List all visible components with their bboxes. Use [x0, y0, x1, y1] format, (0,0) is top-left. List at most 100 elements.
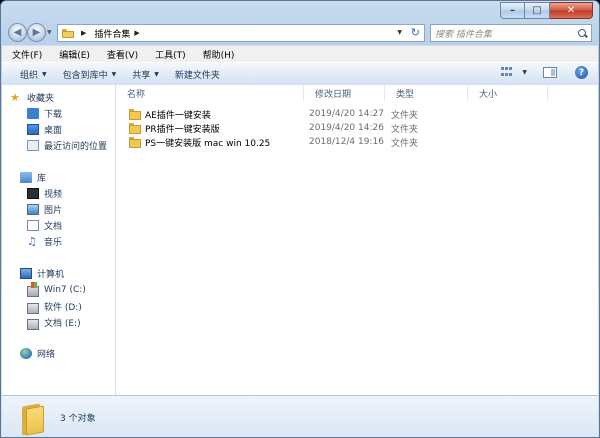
nav-favorites[interactable]: ★ 收藏夹: [10, 91, 54, 104]
file-name: PR插件一键安装版: [145, 124, 220, 135]
folder-icon: [129, 136, 141, 148]
download-icon: [27, 108, 39, 119]
preview-pane-icon[interactable]: [543, 67, 557, 78]
organize-button[interactable]: 组织 ▼: [20, 68, 47, 81]
chevron-right-icon[interactable]: ▶: [134, 29, 139, 37]
chevron-down-icon: ▼: [42, 70, 47, 78]
nav-item-downloads[interactable]: 下载: [27, 107, 62, 120]
nav-drive-c[interactable]: Win7 (C:): [27, 282, 86, 297]
share-button[interactable]: 共享 ▼: [132, 68, 159, 81]
column-header-modified[interactable]: 修改日期: [304, 85, 385, 101]
new-folder-label: 新建文件夹: [174, 70, 220, 81]
library-icon: [20, 172, 32, 183]
folder-icon: [129, 108, 141, 120]
search-input[interactable]: 搜索 插件合集: [430, 24, 592, 42]
forward-button[interactable]: ▶: [27, 23, 46, 42]
command-bar: 组织 ▼ 包含到库中 ▼ 共享 ▼ 新建文件夹 ▼ ?: [2, 62, 598, 86]
column-label: 修改日期: [315, 89, 352, 100]
music-note-icon: ♫: [27, 235, 37, 248]
column-label: 类型: [396, 89, 415, 100]
help-icon[interactable]: ?: [575, 66, 588, 79]
folder-icon: [22, 401, 46, 434]
address-history-dropdown[interactable]: ▼: [397, 29, 402, 36]
menu-bar: 文件(F) 编辑(E) 查看(V) 工具(T) 帮助(H): [2, 45, 598, 62]
view-mode-icon[interactable]: [501, 67, 514, 78]
arrow-right-icon: ▶: [32, 27, 41, 38]
menu-tools[interactable]: 工具(T): [145, 48, 193, 61]
video-library-icon: [27, 188, 39, 199]
file-name: AE插件一键安装: [145, 110, 211, 121]
file-type: 文件夹: [391, 110, 419, 121]
nav-item-pictures[interactable]: 图片: [27, 203, 62, 216]
nav-network[interactable]: 网络: [20, 347, 55, 360]
system-drive-icon: [27, 282, 39, 297]
nav-item-label: 文档: [44, 222, 63, 232]
nav-libraries[interactable]: 库: [20, 171, 46, 184]
address-bar[interactable]: ▶ 插件合集 ▶ ▼ ↻: [57, 24, 425, 42]
nav-drive-d[interactable]: 软件 (D:): [27, 299, 82, 314]
nav-item-label: 音乐: [44, 238, 63, 248]
recent-pages-dropdown[interactable]: ▼: [47, 29, 52, 36]
view-dropdown-icon[interactable]: ▼: [522, 69, 527, 76]
file-name-cell: PS一键安装版 mac win 10.25: [129, 136, 270, 149]
nav-item-label: 视频: [44, 190, 63, 200]
new-folder-button[interactable]: 新建文件夹: [175, 68, 220, 81]
nav-item-music[interactable]: ♫ 音乐: [27, 235, 62, 248]
file-row[interactable]: PR插件一键安装版 2019/4/20 14:26 文件夹: [116, 121, 598, 135]
nav-item-desktop[interactable]: 桌面: [27, 123, 62, 136]
chevron-down-icon: ▼: [154, 70, 159, 78]
file-name-cell: PR插件一键安装版: [129, 122, 220, 135]
nav-drive-e[interactable]: 文档 (E:): [27, 315, 81, 330]
star-icon: ★: [10, 91, 20, 104]
item-count: 3 个对象: [60, 414, 96, 424]
nav-item-videos[interactable]: 视频: [27, 187, 62, 200]
details-pane: 3 个对象: [2, 395, 598, 437]
menu-help[interactable]: 帮助(H): [193, 48, 242, 61]
share-label: 共享: [132, 70, 151, 81]
chevron-right-icon[interactable]: ▶: [81, 29, 86, 37]
breadcrumb[interactable]: 插件合集 ▶: [94, 27, 143, 40]
address-root: ▶: [62, 28, 90, 38]
file-row[interactable]: PS一键安装版 mac win 10.25 2018/12/4 19:16 文件…: [116, 135, 598, 149]
nav-item-label: 下载: [44, 110, 63, 120]
nav-item-label: 图片: [44, 206, 63, 216]
minimize-button[interactable]: –: [500, 2, 525, 19]
menu-view[interactable]: 查看(V): [97, 48, 145, 61]
nav-item-recent[interactable]: 最近访问的位置: [27, 139, 107, 152]
file-name-cell: AE插件一键安装: [129, 108, 211, 121]
file-name: PS一键安装版 mac win 10.25: [145, 138, 271, 149]
organize-label: 组织: [20, 70, 39, 81]
picture-library-icon: [27, 204, 39, 215]
column-header-name[interactable]: 名称: [116, 85, 304, 101]
recent-places-icon: [27, 140, 39, 151]
breadcrumb-segment[interactable]: 插件合集: [94, 27, 130, 40]
maximize-button[interactable]: □: [525, 2, 550, 19]
hard-drive-icon: [27, 319, 39, 330]
explorer-window: – □ ✕ ◀ ▶ ▼ ▶ 插件合集 ▶ ▼ ↻ 搜索 插件合集 文件(F) 编…: [0, 0, 600, 438]
search-placeholder: 搜索 插件合集: [435, 29, 492, 40]
refresh-icon[interactable]: ↻: [411, 26, 420, 39]
nav-item-documents[interactable]: 文档: [27, 219, 62, 232]
address-row: ◀ ▶ ▼ ▶ 插件合集 ▶ ▼ ↻ 搜索 插件合集: [5, 23, 595, 45]
back-button[interactable]: ◀: [8, 23, 27, 42]
nav-libraries-label: 库: [37, 174, 47, 184]
drive-label: Win7 (C:): [44, 285, 86, 295]
column-header-type[interactable]: 类型: [385, 85, 468, 101]
close-button[interactable]: ✕: [550, 2, 593, 19]
include-in-library-button[interactable]: 包含到库中 ▼: [63, 68, 117, 81]
folder-icon: [129, 122, 141, 134]
nav-item-label: 桌面: [44, 126, 63, 136]
menu-file[interactable]: 文件(F): [2, 48, 49, 61]
chevron-down-icon: ▼: [111, 70, 117, 78]
file-type: 文件夹: [391, 138, 419, 149]
windows-logo-icon: [31, 282, 37, 288]
menu-edit[interactable]: 编辑(E): [49, 48, 97, 61]
drive-label: 文档 (E:): [44, 319, 81, 329]
nav-computer[interactable]: 计算机: [20, 267, 64, 280]
drive-label: 软件 (D:): [44, 303, 82, 313]
file-list: 名称 修改日期 类型 大小 AE插件一键安装 2019/4/20 14:27 文…: [116, 85, 598, 395]
search-icon[interactable]: [578, 28, 587, 38]
file-row[interactable]: AE插件一键安装 2019/4/20 14:27 文件夹: [116, 107, 598, 121]
view-controls: ▼ ?: [501, 66, 588, 79]
column-header-size[interactable]: 大小: [468, 85, 548, 101]
